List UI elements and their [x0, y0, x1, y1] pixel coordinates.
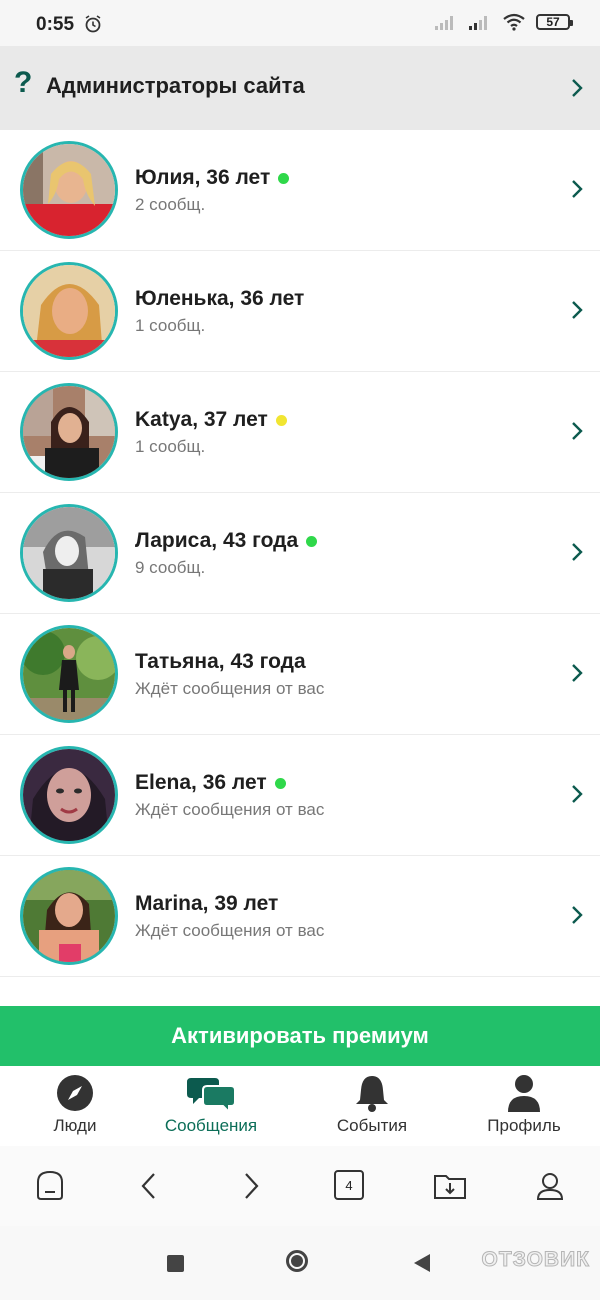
contact-row[interactable]: Marina, 39 лет Ждёт сообщения от вас	[0, 856, 600, 977]
system-back-icon[interactable]	[412, 1252, 432, 1274]
chevron-right-icon	[572, 422, 583, 440]
tab-profile[interactable]: Профиль	[449, 1074, 599, 1136]
bottom-tab-bar: Люди Сообщения События Профиль	[0, 1066, 600, 1147]
online-status-dot	[274, 777, 286, 789]
tab-label: События	[336, 1116, 408, 1135]
avatar	[20, 141, 118, 239]
contact-row[interactable]: Katya, 37 лет 1 сообщ.	[0, 372, 600, 493]
contact-name: Marina, 39 лет	[135, 892, 279, 915]
contact-row[interactable]: Юленька, 36 лет 1 сообщ.	[0, 251, 600, 372]
chevron-right-icon	[572, 543, 583, 561]
chevron-right-icon	[572, 906, 583, 924]
forward-icon[interactable]	[239, 1168, 263, 1204]
status-bar: 0:55 57	[0, 0, 600, 46]
contact-subtitle: Ждёт сообщения от вас	[135, 800, 325, 819]
user-icon	[508, 1075, 540, 1112]
online-status-dot	[275, 414, 287, 426]
watermark: ОТЗОВИК	[481, 1248, 590, 1272]
online-status-dot	[278, 172, 290, 184]
wifi-icon	[503, 13, 525, 31]
contact-name: Юленька, 36 лет	[135, 287, 305, 310]
avatar	[20, 504, 118, 602]
alarm-icon	[85, 15, 101, 33]
contact-subtitle: 1 сообщ.	[135, 316, 206, 335]
activate-premium-button[interactable]: Активировать премиум	[0, 1006, 600, 1066]
online-status-dot	[306, 535, 318, 547]
admin-title: Администраторы сайта	[46, 73, 305, 98]
avatar	[20, 625, 118, 723]
contact-subtitle: 2 сообщ.	[135, 195, 206, 214]
compass-icon	[57, 1075, 93, 1111]
contact-name: Юлия, 36 лет	[135, 166, 271, 189]
tabs-count-button[interactable]: 4	[334, 1170, 364, 1200]
signal-icon-2	[469, 16, 487, 30]
avatar	[20, 746, 118, 844]
recents-button[interactable]	[167, 1255, 184, 1272]
contact-row[interactable]: Elena, 36 лет Ждёт сообщения от вас	[0, 735, 600, 856]
status-time: 0:55	[36, 14, 75, 35]
chevron-right-icon	[572, 301, 583, 319]
contact-name: Katya, 37 лет	[135, 408, 268, 431]
back-icon[interactable]	[137, 1168, 161, 1204]
tab-messages[interactable]: Сообщения	[136, 1074, 286, 1136]
contact-name: Лариса, 43 года	[135, 529, 299, 552]
contact-subtitle: 9 сообщ.	[135, 558, 206, 577]
home-button[interactable]	[286, 1250, 308, 1272]
contact-name: Татьяна, 43 года	[135, 650, 306, 673]
contact-list: Юлия, 36 лет 2 сообщ. Юленька, 36 лет 1 …	[0, 130, 600, 977]
tab-label: Профиль	[487, 1116, 561, 1135]
chevron-right-icon	[572, 79, 583, 97]
chevron-right-icon	[572, 664, 583, 682]
tab-label: Сообщения	[164, 1116, 258, 1135]
home-icon[interactable]	[32, 1168, 68, 1204]
contact-row[interactable]: Татьяна, 43 года Ждёт сообщения от вас	[0, 614, 600, 735]
contact-subtitle: Ждёт сообщения от вас	[135, 921, 325, 940]
tab-events[interactable]: События	[297, 1074, 447, 1136]
contact-row[interactable]: Юлия, 36 лет 2 сообщ.	[0, 130, 600, 251]
chevron-right-icon	[572, 180, 583, 198]
account-icon[interactable]	[532, 1168, 568, 1204]
tab-label: Люди	[53, 1116, 97, 1135]
avatar	[20, 383, 118, 481]
avatar	[20, 262, 118, 360]
tab-people[interactable]: Люди	[0, 1074, 150, 1136]
contact-subtitle: 1 сообщ.	[135, 437, 206, 456]
bell-icon	[356, 1076, 388, 1112]
signal-icon	[435, 16, 453, 30]
system-navigation-bar: ОТЗОВИК	[0, 1226, 600, 1300]
contact-subtitle: Ждёт сообщения от вас	[135, 679, 325, 698]
chat-icon	[187, 1078, 235, 1112]
contact-row[interactable]: Лариса, 43 года 9 сообщ.	[0, 493, 600, 614]
question-icon: ?	[14, 66, 33, 99]
contact-name: Elena, 36 лет	[135, 771, 267, 794]
downloads-icon[interactable]	[432, 1168, 468, 1204]
admin-row[interactable]: ? Администраторы сайта	[0, 46, 600, 130]
battery-indicator: 57	[536, 14, 573, 30]
browser-toolbar: 4	[0, 1146, 600, 1227]
avatar	[20, 867, 118, 965]
chevron-right-icon	[572, 785, 583, 803]
